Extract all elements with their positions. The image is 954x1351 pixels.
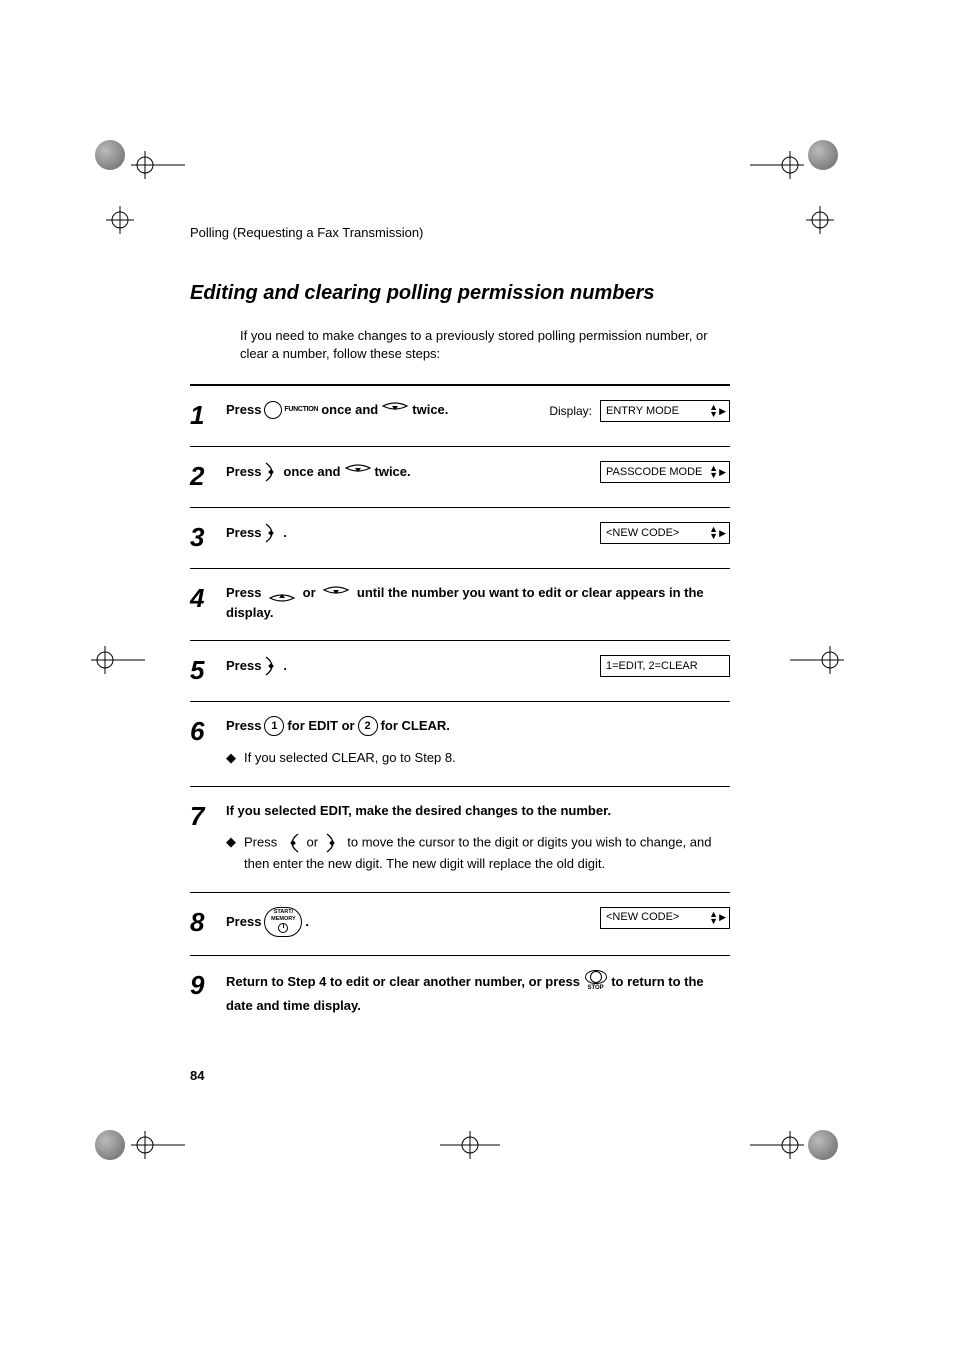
lcd-text: PASSCODE MODE xyxy=(606,464,702,481)
step-text: . xyxy=(305,912,309,932)
section-title: Editing and clearing polling permission … xyxy=(190,282,730,305)
step-text: once and xyxy=(283,462,340,482)
step-text: Return to Step 4 to edit or clear anothe… xyxy=(226,974,584,989)
reg-shade-tr xyxy=(808,140,838,170)
right-half-button-icon xyxy=(264,461,280,483)
step-text: or xyxy=(303,585,320,600)
crop-mark-bc xyxy=(440,1125,500,1165)
step-text: until the number you want to edit or cle… xyxy=(226,585,704,620)
step-number: 6 xyxy=(190,716,226,744)
lcd-display: PASSCODE MODE ▲▼▶ xyxy=(600,461,730,483)
step-text: twice. xyxy=(412,400,448,420)
down-nav-icon xyxy=(322,586,350,602)
lcd-arrows-icon: ▲▼▶ xyxy=(709,911,726,925)
step-text: If you selected EDIT, make the desired c… xyxy=(226,801,730,821)
up-nav-icon xyxy=(268,586,296,602)
step-text: Press xyxy=(226,400,261,420)
intro-text: If you need to make changes to a previou… xyxy=(240,327,730,362)
crop-mark-tl xyxy=(125,145,185,185)
step-2: 2 Press once and twice. PASSCODE MODE xyxy=(190,447,730,508)
step-6: 6 Press 1 for EDIT or 2 for CLEAR. ◆ If … xyxy=(190,702,730,787)
bullet-text: Press or to move the cursor to the digit… xyxy=(244,832,730,874)
step-3: 3 Press . <NEW CODE> ▲▼▶ xyxy=(190,508,730,569)
step-text: twice. xyxy=(375,462,411,482)
stop-button-icon: STOP xyxy=(584,970,608,994)
lcd-arrows-icon: ▲▼▶ xyxy=(709,404,726,418)
left-half-button-icon xyxy=(284,832,300,854)
step-text: Press xyxy=(226,462,261,482)
lcd-arrows-icon: ▲▼▶ xyxy=(709,465,726,479)
down-nav-icon xyxy=(381,402,409,418)
step-text: Press xyxy=(226,656,261,676)
crop-mark-tr xyxy=(750,145,810,185)
lcd-text: <NEW CODE> xyxy=(606,525,679,542)
crop-mark-trc xyxy=(790,200,850,240)
step-number: 1 xyxy=(190,400,226,428)
step-4: 4 Press or until the number you want to … xyxy=(190,569,730,641)
display-label: Display: xyxy=(549,402,592,420)
start-memory-button-icon: START/ MEMORY xyxy=(264,907,302,937)
crop-mark-tc xyxy=(90,200,150,240)
step-number: 4 xyxy=(190,583,226,611)
lcd-display: <NEW CODE> ▲▼▶ xyxy=(600,522,730,544)
step-text: Press xyxy=(226,585,265,600)
step-7: 7 If you selected EDIT, make the desired… xyxy=(190,787,730,893)
step-text: Press xyxy=(226,716,261,736)
bullet-icon: ◆ xyxy=(226,832,244,852)
lcd-text: ENTRY MODE xyxy=(606,403,679,420)
function-button-icon: FUNCTION xyxy=(264,401,318,419)
right-half-button-icon xyxy=(264,522,280,544)
step-text: for EDIT or xyxy=(287,716,354,736)
step-number: 2 xyxy=(190,461,226,489)
reg-shade-tl xyxy=(95,140,125,170)
lcd-text: 1=EDIT, 2=CLEAR xyxy=(606,658,698,675)
step-text: . xyxy=(283,523,287,543)
crop-mark-mr xyxy=(790,640,850,680)
lcd-display: <NEW CODE> ▲▼▶ xyxy=(600,907,730,929)
crop-mark-br xyxy=(750,1125,810,1165)
step-number: 7 xyxy=(190,801,226,829)
steps-list: 1 Press FUNCTION once and twice. Display… xyxy=(190,384,730,1035)
bullet-text: If you selected CLEAR, go to Step 8. xyxy=(244,748,730,768)
right-half-button-icon xyxy=(264,655,280,677)
step-number: 3 xyxy=(190,522,226,550)
step-9: 9 Return to Step 4 to edit or clear anot… xyxy=(190,956,730,1036)
down-nav-icon xyxy=(344,464,372,480)
running-header: Polling (Requesting a Fax Transmission) xyxy=(190,225,730,240)
reg-shade-br xyxy=(808,1130,838,1160)
digit-2-button-icon: 2 xyxy=(358,716,378,736)
bullet-icon: ◆ xyxy=(226,748,244,768)
crop-mark-bl xyxy=(125,1125,185,1165)
step-number: 9 xyxy=(190,970,226,998)
step-number: 5 xyxy=(190,655,226,683)
step-5: 5 Press . 1=EDIT, 2=CLEAR xyxy=(190,641,730,702)
lcd-arrows-icon: ▲▼▶ xyxy=(709,526,726,540)
right-half-button-icon xyxy=(325,832,341,854)
lcd-display: ENTRY MODE ▲▼▶ xyxy=(600,400,730,422)
step-text: Press xyxy=(226,912,261,932)
lcd-text: <NEW CODE> xyxy=(606,909,679,926)
step-1: 1 Press FUNCTION once and twice. Display… xyxy=(190,386,730,447)
step-text: Press xyxy=(226,523,261,543)
step-text: once and xyxy=(321,400,378,420)
lcd-display: 1=EDIT, 2=CLEAR xyxy=(600,655,730,677)
reg-shade-bl xyxy=(95,1130,125,1160)
step-number: 8 xyxy=(190,907,226,935)
crop-mark-ml xyxy=(85,640,145,680)
step-text: for CLEAR. xyxy=(381,716,450,736)
digit-1-button-icon: 1 xyxy=(264,716,284,736)
step-text: . xyxy=(283,656,287,676)
step-8: 8 Press START/ MEMORY . <NEW CODE> ▲▼▶ xyxy=(190,893,730,956)
page-number: 84 xyxy=(190,1068,204,1083)
